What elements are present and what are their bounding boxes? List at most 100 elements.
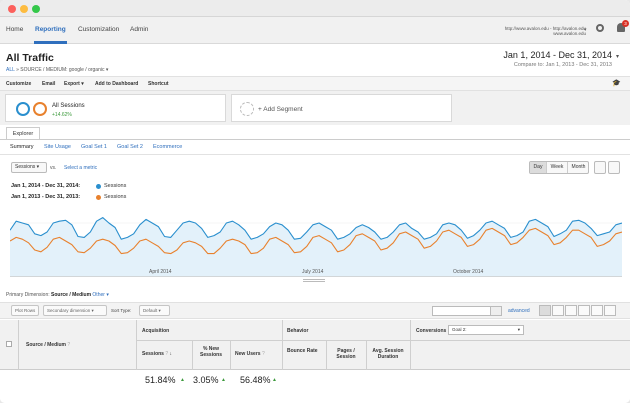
goal-select-label: Goal 2: [452,327,467,332]
search-icon[interactable] [490,306,502,316]
shortcut-button[interactable]: Shortcut [148,81,169,87]
pie-view-icon[interactable] [552,305,564,316]
primary-dimension: Primary Dimension: Source / Medium Other… [6,292,109,298]
col-new-users-label: New Users [235,351,261,357]
secondary-dimension-label: Secondary dimension [47,308,91,313]
add-to-dashboard-button[interactable]: Add to Dashboard [95,81,138,87]
maximize-window-button[interactable] [32,5,40,13]
advanced-filter-link[interactable]: advanced [508,308,530,314]
export-label: Export [64,81,80,87]
tab-admin[interactable]: Admin [130,26,148,33]
active-tab-indicator [34,41,67,44]
secondary-dimension-select[interactable]: Secondary dimension ▾ [43,305,107,316]
select-all-checkbox[interactable] [6,341,12,347]
goal-chevron-icon: ▾ [517,327,520,332]
export-button[interactable]: Export ▾ [64,81,84,87]
sort-type-select[interactable]: Default ▾ [139,305,170,316]
col-pct-new-sessions[interactable]: % New Sessions [194,346,228,358]
metric-select[interactable]: Sessions ▾ [11,162,47,173]
page-title: All Traffic [6,52,54,64]
comparison-view-icon[interactable] [578,305,590,316]
sessions-line-chart[interactable] [10,205,622,277]
day-button[interactable]: Day [530,162,547,173]
legend-current-dot-icon [96,184,101,189]
total-new-users: 56.48% [240,375,271,385]
other-dimension-link[interactable]: Other ▾ [92,292,108,298]
col-pages-session[interactable]: Pages / Session [328,348,364,360]
sort-type-label: Sort Type: [111,308,132,313]
acquisition-header: Acquisition [142,328,170,334]
date-chevron-down-icon[interactable]: ▾ [616,53,619,60]
window-titlebar [0,0,630,17]
period-selector: Day Week Month [529,161,589,174]
table-view-icon[interactable] [539,305,551,316]
tab-customization[interactable]: Customization [78,26,119,33]
plot-rows-button[interactable]: Plot Rows [11,305,40,316]
tab-explorer[interactable]: Explorer [6,127,40,139]
breadcrumb: ALL » SOURCE / MEDIUM: google / organic … [6,67,108,73]
other-dimension-label: Other [92,292,105,298]
primary-dimension-value: Source / Medium [51,292,92,298]
x-tick-october: October 2014 [453,269,484,275]
sort-desc-icon: ↓ [169,351,173,357]
tab-home[interactable]: Home [6,26,23,33]
report-toolbar: Customize Email Export ▾ Add to Dashboar… [0,76,630,91]
select-metric-link[interactable]: Select a metric [64,165,97,171]
graduation-cap-icon[interactable]: 🎓 [612,79,621,87]
date-range-picker[interactable]: Jan 1, 2014 - Dec 31, 2014 [470,50,612,60]
goal-select[interactable]: Goal 2: ▾ [448,325,524,335]
subtab-goal-set-2[interactable]: Goal Set 2 [117,144,143,150]
help-icon[interactable]: ? [165,351,168,357]
sort-type-value: Default [143,308,158,313]
chevron-down-icon[interactable]: ▾ [584,27,587,33]
up-arrow-icon: ▲ [272,377,277,383]
week-button[interactable]: Week [547,162,568,173]
add-segment-button[interactable]: + Add Segment [231,94,452,122]
help-icon[interactable]: ? [262,351,265,357]
vs-label: vs. [50,165,57,171]
account-selector[interactable]: http://www.avalon.edu - http://avalon.ed… [480,26,586,36]
chart-resize-handle[interactable] [303,279,325,282]
breadcrumb-menu-icon[interactable]: ▾ [106,67,109,73]
header-group-divider [136,340,630,341]
col-new-users[interactable]: New Users ? [235,351,265,357]
x-tick-april: April 2014 [149,269,172,275]
conversions-header: Conversions [416,328,447,334]
motion-chart-icon[interactable] [608,161,620,174]
totals-row [0,370,630,403]
subtab-ecommerce[interactable]: Ecommerce [153,144,182,150]
subtab-goal-set-1[interactable]: Goal Set 1 [81,144,107,150]
primary-dimension-label: Primary Dimension: [6,292,50,298]
pivot-view-icon[interactable] [604,305,616,316]
tab-reporting[interactable]: Reporting [35,26,66,33]
breadcrumb-path: » SOURCE / MEDIUM: google / organic [16,67,105,73]
email-button[interactable]: Email [42,81,55,87]
performance-view-icon[interactable] [565,305,577,316]
col-bounce-rate[interactable]: Bounce Rate [287,348,318,354]
close-window-button[interactable] [8,5,16,13]
month-button[interactable]: Month [568,162,589,173]
col-sessions[interactable]: Sessions ? ↓ [142,351,172,357]
notification-badge: 3 [622,20,629,27]
subtab-summary[interactable]: Summary [10,144,34,150]
segment-name: All Sessions [52,103,85,109]
gear-icon[interactable] [596,24,604,32]
col-source-medium[interactable]: Source / Medium ? [26,342,70,348]
help-icon[interactable]: ? [67,342,70,348]
term-cloud-view-icon[interactable] [591,305,603,316]
col-avg-session-duration[interactable]: Avg. Session Duration [368,348,408,360]
tab-divider [0,139,630,140]
behavior-header: Behavior [287,328,309,334]
table-header [0,320,630,370]
segment-all-sessions[interactable]: All Sessions +14.62% [5,94,226,122]
subtab-site-usage[interactable]: Site Usage [44,144,71,150]
minimize-window-button[interactable] [20,5,28,13]
compare-range: Compare to: Jan 1, 2013 - Dec 31, 2013 [513,62,612,68]
breadcrumb-root-link[interactable]: ALL [6,67,15,73]
add-segment-label: + Add Segment [258,106,303,113]
customize-button[interactable]: Customize [6,81,31,87]
segment-previous-circle-icon [33,102,47,116]
line-chart-icon[interactable] [594,161,606,174]
legend-previous-series: Sessions [104,194,127,200]
up-arrow-icon: ▲ [221,377,226,383]
